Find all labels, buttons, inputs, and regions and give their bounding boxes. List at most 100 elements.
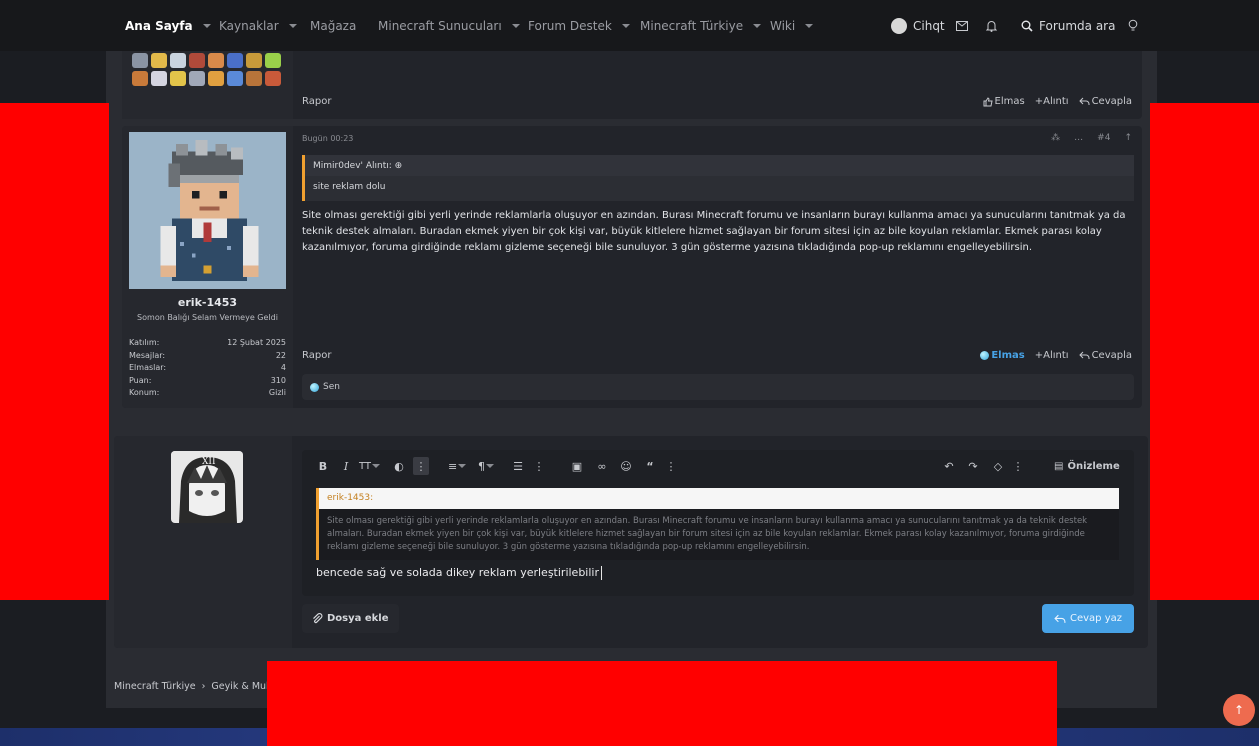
paragraph-icon[interactable]: ¶ <box>478 457 494 475</box>
undo-icon[interactable]: ↶ <box>942 457 956 475</box>
post-number[interactable]: #4 <box>1097 133 1110 143</box>
chevron-right-icon: › <box>201 681 206 692</box>
trophy-icon <box>132 53 148 68</box>
theme-toggle[interactable] <box>1128 0 1138 51</box>
alerts-button[interactable] <box>986 0 997 51</box>
text-size-icon[interactable]: TT <box>359 457 381 475</box>
user-title: Somon Balığı Selam Vermeye Geldi <box>137 313 278 322</box>
quote-label: +Alıntı <box>1034 96 1069 107</box>
quick-reply: XII B I TT ◐ ⋮ ≡ ¶ ☰ ⋮ ▣ ∞ ☺ “ ⋮ ↶ ↷ ◇ ⋮… <box>114 436 1148 648</box>
account-link[interactable]: Cihqt <box>891 0 945 51</box>
like-button[interactable]: Elmas <box>980 350 1025 361</box>
breadcrumb-item[interactable]: Geyik & Muh <box>211 681 272 692</box>
user-column <box>122 51 293 119</box>
trophy-icon <box>208 53 224 68</box>
more-icon[interactable]: … <box>1074 133 1083 143</box>
quote-button[interactable]: +Alıntı <box>1035 350 1069 361</box>
more-insert-options-icon[interactable]: ⋮ <box>664 457 678 475</box>
report-link[interactable]: Rapor <box>302 350 331 361</box>
more-options-icon[interactable]: ⋮ <box>1011 457 1025 475</box>
reply-button[interactable]: Cevapla <box>1078 96 1132 107</box>
report-label: Rapor <box>302 350 332 361</box>
link-icon[interactable]: ∞ <box>595 457 609 475</box>
breadcrumb-item[interactable]: Minecraft Türkiye <box>114 681 196 692</box>
avatar[interactable]: XII <box>171 451 243 523</box>
editor-toolbar: B I TT ◐ ⋮ ≡ ¶ ☰ ⋮ ▣ ∞ ☺ “ ⋮ ↶ ↷ ◇ ⋮ ▤ Ö… <box>302 450 1134 482</box>
nav-item-minecraft-turkiye[interactable]: Minecraft Türkiye <box>640 0 762 51</box>
messages-button[interactable] <box>956 0 968 51</box>
quote-header[interactable]: Mimir0dev' Alıntı: ⊕ <box>305 155 1134 176</box>
avatar <box>891 17 907 34</box>
quote-button[interactable]: +Alıntı <box>1035 96 1069 107</box>
quote-text: site reklam dolu <box>313 182 386 192</box>
post-timestamp[interactable]: Bugün 00:23 <box>302 134 353 143</box>
stat-label: Elmaslar: <box>129 363 167 372</box>
username[interactable]: erik-1453 <box>122 296 293 309</box>
nav-label: Minecraft Türkiye <box>640 18 744 33</box>
trophy-icon <box>170 71 186 86</box>
quote-author: Mimir0dev' Alıntı: <box>313 161 392 171</box>
italic-icon[interactable]: I <box>339 457 353 475</box>
nav-item-servers[interactable]: Minecraft Sunucuları <box>378 0 520 51</box>
list-icon[interactable]: ☰ <box>511 457 525 475</box>
image-icon[interactable]: ▣ <box>570 457 584 475</box>
nav-item-home[interactable]: Ana Sayfa <box>125 0 211 51</box>
stat-value: 4 <box>280 363 286 372</box>
align-icon[interactable]: ≡ <box>448 457 467 475</box>
trophy-icon <box>132 71 148 86</box>
reactions-text: Sen <box>323 382 340 392</box>
ad-banner-right[interactable] <box>1150 103 1259 600</box>
more-paragraph-options-icon[interactable]: ⋮ <box>532 457 546 475</box>
post-actions: Elmas +Alıntı Cevapla <box>980 350 1132 361</box>
trophy-icon <box>208 71 224 86</box>
reply-button[interactable]: Cevapla <box>1078 350 1132 361</box>
chevron-down-icon <box>288 23 297 28</box>
ad-banner-left[interactable] <box>0 103 109 600</box>
report-link[interactable]: Rapor <box>302 96 331 107</box>
post-reply-button[interactable]: Cevap yaz <box>1042 604 1134 633</box>
editor-input[interactable]: bencede sağ ve solada dikey reklam yerle… <box>316 566 603 580</box>
bold-icon[interactable]: B <box>316 457 330 475</box>
stat-row: Puan: 310 <box>129 376 286 389</box>
arrow-up-icon[interactable]: ↑ <box>1124 133 1132 143</box>
chevron-down-icon <box>805 23 814 28</box>
trophy-icon <box>189 71 205 86</box>
color-palette-icon[interactable]: ◐ <box>392 457 406 475</box>
nav-item-wiki[interactable]: Wiki <box>770 0 814 51</box>
emoji-icon[interactable]: ☺ <box>619 457 633 475</box>
stat-value: 310 <box>270 375 286 385</box>
nav-item-store[interactable]: Mağaza <box>310 0 356 51</box>
nav-label: Mağaza <box>310 18 357 33</box>
share-icon[interactable]: ⁂ <box>1051 133 1060 143</box>
top-navbar: Ana Sayfa Kaynaklar Mağaza Minecraft Sun… <box>0 0 1259 51</box>
redo-icon[interactable]: ↷ <box>966 457 980 475</box>
avatar[interactable] <box>129 132 286 289</box>
scroll-top-button[interactable]: ↑ <box>1223 694 1255 726</box>
quote-icon[interactable]: “ <box>643 457 657 475</box>
search-button[interactable]: Forumda ara <box>1021 0 1115 51</box>
more-text-options-icon[interactable]: ⋮ <box>413 457 429 475</box>
search-icon <box>1021 20 1033 32</box>
bell-icon <box>986 20 997 32</box>
stat-label: Puan: <box>129 375 152 385</box>
ad-banner-bottom[interactable] <box>267 661 1057 746</box>
stat-value: Gizli <box>268 388 286 397</box>
trophy-icon <box>246 53 262 68</box>
like-button[interactable]: Elmas <box>983 96 1025 107</box>
anime-avatar-icon: XII <box>171 451 243 523</box>
reactions-bar[interactable]: Sen <box>302 374 1134 400</box>
preview-button[interactable]: ▤ Önizleme <box>1054 457 1120 475</box>
attach-files-button[interactable]: Dosya ekle <box>302 604 399 633</box>
editor-quote[interactable]: erik-1453: Site olması gerektiği gibi ye… <box>316 488 1119 560</box>
stat-row: Konum: Gizli <box>129 388 286 401</box>
nav-item-resources[interactable]: Kaynaklar <box>219 0 297 51</box>
nav-item-support[interactable]: Forum Destek <box>528 0 630 51</box>
svg-text:XII: XII <box>202 457 216 467</box>
chevron-down-icon <box>372 464 381 468</box>
reply-icon <box>1078 97 1090 105</box>
user-column: XII <box>114 436 292 648</box>
report-label: Rapor <box>302 96 332 107</box>
trophy-icon <box>170 53 186 68</box>
stat-label: Konum: <box>129 388 160 397</box>
eraser-icon[interactable]: ◇ <box>991 457 1005 475</box>
